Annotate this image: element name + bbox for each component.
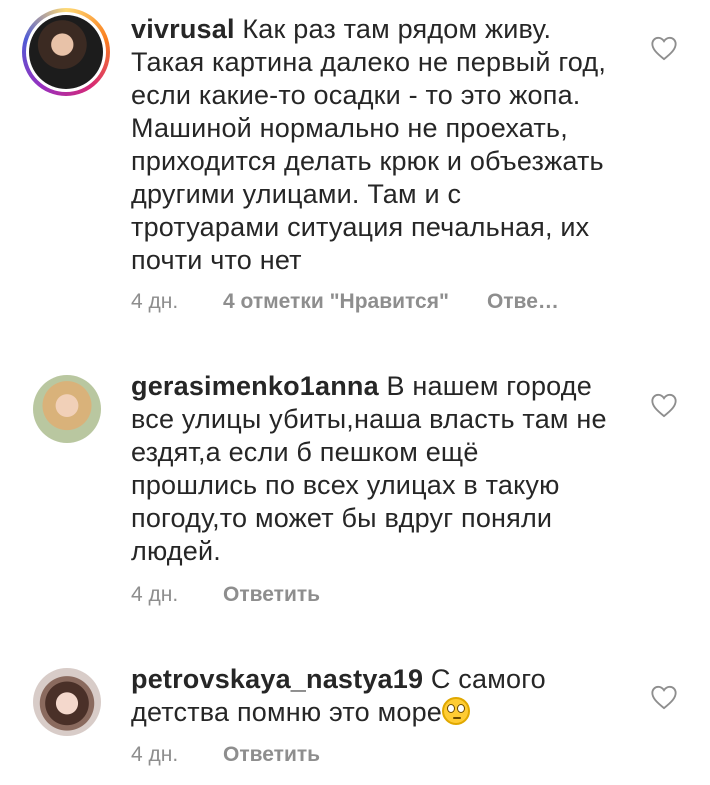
comment-text: Как раз там рядом живу. Такая картина да… [131,14,607,275]
heart-icon[interactable] [650,684,678,710]
reply-button[interactable]: Ответить [223,583,320,607]
reply-button[interactable]: Ответить [223,743,320,767]
comment-time: 4 дн. [131,290,179,313]
heart-icon[interactable] [650,35,678,61]
avatar-frame [26,12,106,92]
heart-icon[interactable] [650,392,678,418]
comment-meta: 4 дн. Ответить [131,583,320,607]
rolling-eyes-emoji-icon [442,697,470,725]
avatar [29,15,103,89]
comment-time: 4 дн. [131,743,179,766]
reply-button[interactable]: Отве… [487,290,559,314]
comment-time: 4 дн. [131,583,179,606]
comment-username[interactable]: gerasimenko1anna [131,371,379,401]
comment-body: vivrusal Как раз там рядом живу. Такая к… [131,13,611,277]
comment-username[interactable]: vivrusal [131,14,235,44]
comment-likes-link[interactable]: 4 отметки "Нравится" [223,290,449,314]
comment-body: petrovskaya_nastya19 С самого детства по… [131,663,611,729]
avatar-story-ring[interactable] [22,8,110,96]
comment-meta: 4 дн. 4 отметки "Нравится" Отве… [131,290,559,314]
avatar[interactable] [33,668,101,736]
avatar[interactable] [33,375,101,443]
comment-body: gerasimenko1anna В нашем городе все улиц… [131,370,611,568]
comment-username[interactable]: petrovskaya_nastya19 [131,664,423,694]
comment-meta: 4 дн. Ответить [131,743,320,767]
